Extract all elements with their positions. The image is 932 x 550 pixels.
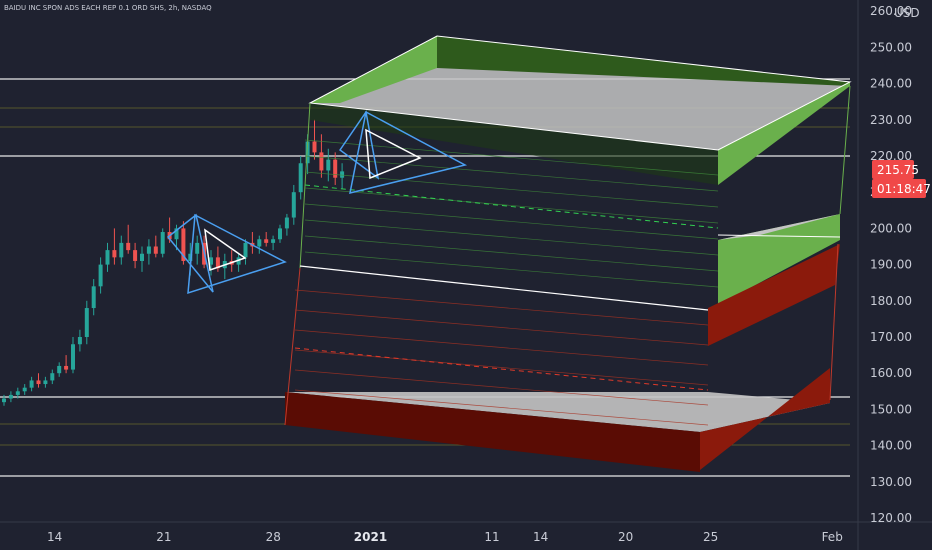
candle-body bbox=[340, 171, 345, 178]
red-dashed-line bbox=[294, 347, 709, 391]
y-tick-label: 250.00 bbox=[870, 40, 912, 54]
x-tick-label: 14 bbox=[533, 530, 548, 544]
green-guide-line bbox=[304, 235, 719, 272]
candle-body bbox=[126, 242, 131, 251]
candle-body bbox=[77, 337, 82, 345]
y-tick-label: 160.00 bbox=[870, 366, 912, 380]
x-tick-label: Feb bbox=[822, 530, 843, 544]
y-tick-label: 240.00 bbox=[870, 77, 912, 91]
white-separator bbox=[299, 265, 709, 311]
y-tick-label: 230.00 bbox=[870, 113, 912, 127]
x-tick-label: 20 bbox=[618, 530, 633, 544]
y-axis: 120.00 130.00 140.00 150.00 160.00 170.00 180.… bbox=[870, 4, 912, 525]
candle-body bbox=[71, 344, 75, 370]
candle-body bbox=[119, 242, 124, 258]
red-guide-line bbox=[294, 309, 709, 346]
projection-overlay bbox=[166, 35, 852, 472]
candle-body bbox=[43, 380, 48, 385]
candle-body bbox=[319, 152, 324, 171]
candle-body bbox=[153, 246, 158, 254]
candle-body bbox=[91, 286, 96, 309]
x-tick-label: 11 bbox=[484, 530, 499, 544]
candle-body bbox=[98, 264, 103, 287]
y-tick-label: 170.00 bbox=[870, 330, 912, 344]
candle-body bbox=[243, 242, 248, 258]
y-tick-label: 200.00 bbox=[870, 221, 912, 235]
candle-body bbox=[160, 232, 165, 254]
candle-body bbox=[29, 380, 34, 388]
candle-body bbox=[22, 387, 27, 392]
red-guide-line bbox=[294, 329, 709, 366]
candle-body bbox=[278, 228, 282, 240]
x-tick-label: 25 bbox=[703, 530, 718, 544]
candles bbox=[2, 119, 345, 406]
candle-body bbox=[298, 163, 303, 193]
y-tick-label: 130.00 bbox=[870, 475, 912, 489]
candle-body bbox=[2, 398, 6, 403]
candle-body bbox=[64, 365, 69, 370]
x-axis: 14 21 28 2021 11 14 20 25 Feb bbox=[47, 530, 843, 544]
candle-body bbox=[257, 239, 262, 247]
y-tick-label: 150.00 bbox=[870, 402, 912, 416]
candle-body bbox=[284, 217, 289, 229]
last-price-value: 215.75 bbox=[877, 163, 919, 177]
candle-body bbox=[8, 394, 13, 399]
candle-body bbox=[57, 365, 62, 374]
candle-body bbox=[264, 239, 269, 243]
candle-body bbox=[140, 253, 144, 261]
last-price-tag: 215.75 01:18:47 bbox=[872, 160, 931, 198]
red-guide-line bbox=[294, 289, 709, 326]
x-tick-label: 28 bbox=[266, 530, 281, 544]
candle-body bbox=[133, 250, 138, 261]
candle-body bbox=[112, 250, 117, 258]
chart-stage: 120.00 130.00 140.00 150.00 160.00 170.00 180.… bbox=[0, 0, 932, 550]
x-tick-label: 14 bbox=[47, 530, 62, 544]
y-tick-label: 190.00 bbox=[870, 258, 912, 272]
y-tick-label: 120.00 bbox=[870, 511, 912, 525]
candle-body bbox=[36, 380, 41, 385]
green-guide-line bbox=[304, 251, 719, 288]
candle-body bbox=[291, 192, 296, 218]
countdown-value: 01:18:47 bbox=[877, 182, 931, 196]
candle-body bbox=[195, 242, 200, 254]
x-tick-label: 2021 bbox=[354, 530, 387, 544]
candle-body bbox=[84, 308, 89, 337]
candle-body bbox=[326, 159, 331, 171]
y-tick-label: 180.00 bbox=[870, 294, 912, 308]
red-guide-line bbox=[294, 349, 709, 386]
candle-body bbox=[15, 391, 20, 395]
green-guide-line bbox=[304, 219, 719, 256]
currency-label: USD bbox=[894, 6, 920, 20]
chart-title: BAIDU INC SPON ADS EACH REP 0.1 ORD SHS,… bbox=[4, 4, 212, 12]
candle-body bbox=[146, 246, 151, 254]
candle-body bbox=[312, 141, 317, 153]
candle-body bbox=[50, 373, 55, 381]
price-chart[interactable]: 120.00 130.00 140.00 150.00 160.00 170.00 180.… bbox=[0, 0, 932, 550]
x-tick-label: 21 bbox=[156, 530, 171, 544]
candle-body bbox=[105, 250, 110, 265]
green-guide-line bbox=[304, 187, 719, 224]
y-tick-label: 140.00 bbox=[870, 439, 912, 453]
candle-body bbox=[271, 239, 276, 243]
green-frame-right bbox=[839, 85, 851, 215]
